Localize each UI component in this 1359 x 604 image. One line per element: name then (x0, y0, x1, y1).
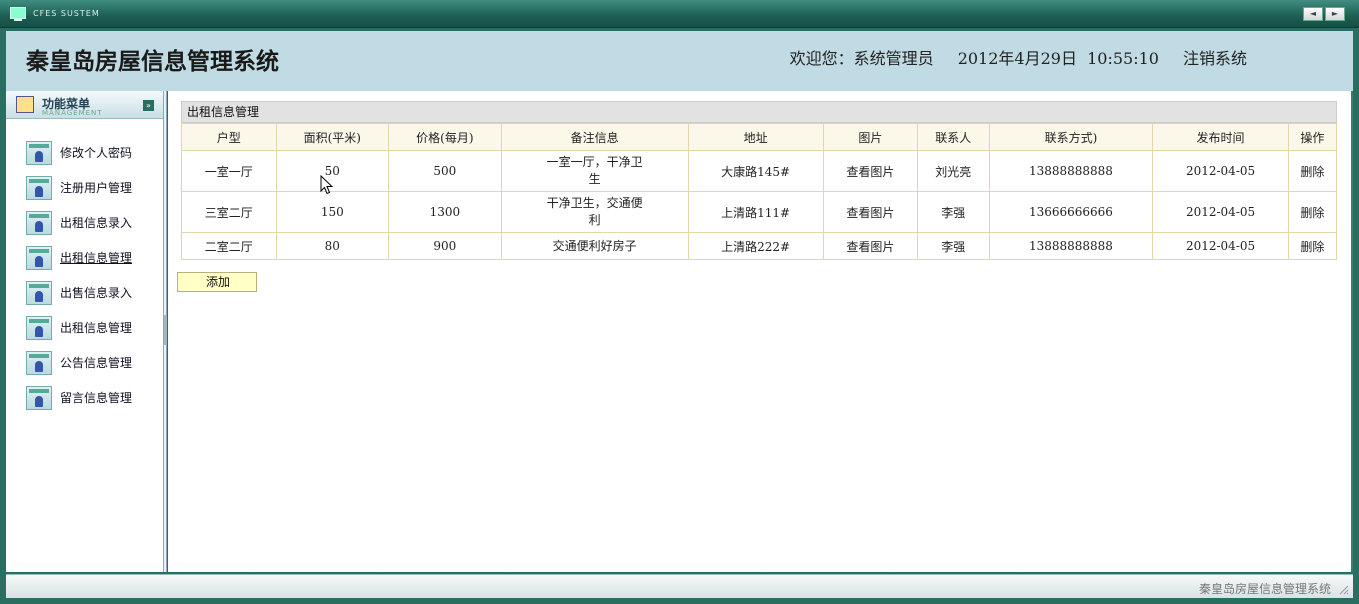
sidebar-item-announcement-management[interactable]: 公告信息管理 (6, 345, 163, 380)
column-header: 户型 (181, 123, 277, 151)
user-card-icon (26, 140, 52, 165)
nav-prev-button[interactable]: ◄ (1303, 7, 1323, 21)
sidebar-item-rental-management[interactable]: 出租信息管理 (6, 240, 163, 275)
sidebar: 功能菜单 MANAGEMENT » 修改个人密码 注册用户管理 出租信息录入 出… (6, 91, 164, 572)
nav-buttons: ◄ ► (1303, 7, 1345, 21)
header-info: 欢迎您：系统管理员 2012年4月29日 10:55:10 注销系统 (790, 45, 1247, 69)
user-card-icon (26, 175, 52, 200)
resize-grip-icon[interactable] (1337, 583, 1349, 595)
panel-title: 出租信息管理 (181, 101, 1337, 123)
sidebar-item-label: 注册用户管理 (60, 181, 133, 195)
column-header: 发布时间 (1152, 123, 1289, 151)
splitter-grip[interactable] (164, 315, 167, 345)
cell-area: 80 (275, 232, 390, 260)
view-image-link[interactable]: 查看图片 (822, 191, 919, 233)
note-text: 交通便利好房子 (552, 238, 637, 253)
monitor-icon (10, 7, 26, 21)
sidebar-subtitle: MANAGEMENT (42, 109, 103, 117)
sidebar-item-label: 出租信息录入 (60, 216, 133, 230)
app-window: CFES SUSTEM ◄ ► 秦皇岛房屋信息管理系统 欢迎您：系统管理员 20… (0, 0, 1359, 604)
title-bar: CFES SUSTEM ◄ ► (0, 0, 1359, 28)
menu-icon (16, 96, 34, 113)
view-image-link[interactable]: 查看图片 (822, 150, 919, 192)
sidebar-item-label: 留言信息管理 (60, 391, 133, 405)
user-card-icon (26, 350, 52, 375)
cell-address: 上清路222# (687, 232, 824, 260)
cell-phone: 13888888888 (988, 232, 1154, 260)
cell-date: 2012-04-05 (1152, 232, 1289, 260)
system-label: CFES SUSTEM (33, 9, 100, 18)
column-header: 联系人 (917, 123, 990, 151)
note-text: 一室一厅，干净卫生 (546, 155, 643, 186)
add-button[interactable]: 添加 (177, 272, 257, 292)
cell-layout: 二室二厅 (181, 232, 277, 260)
column-header: 操作 (1287, 123, 1338, 151)
sidebar-menu: 修改个人密码 注册用户管理 出租信息录入 出租信息管理 出售信息录入 出租信息管… (6, 135, 163, 415)
delete-link[interactable]: 删除 (1287, 191, 1338, 233)
user-card-icon (26, 245, 52, 270)
column-header: 地址 (687, 123, 824, 151)
app-title: 秦皇岛房屋信息管理系统 (26, 48, 279, 75)
column-header: 联系方式) (988, 123, 1154, 151)
note-text: 干净卫生，交通便利 (546, 196, 643, 227)
user-card-icon (26, 385, 52, 410)
cell-contact: 李强 (917, 191, 990, 233)
welcome-text: 欢迎您：系统管理员 (789, 49, 934, 68)
table-row: 三室二厅 150 1300 干净卫生，交通便利 上清路111# 查看图片 李强 … (181, 191, 1338, 233)
sidebar-header: 功能菜单 MANAGEMENT » (6, 91, 163, 119)
cell-address: 大康路145# (687, 150, 824, 192)
logout-link[interactable]: 注销系统 (1183, 45, 1247, 69)
column-header: 面积(平米) (275, 123, 390, 151)
sidebar-item-rental-management-2[interactable]: 出租信息管理 (6, 310, 163, 345)
user-card-icon (26, 315, 52, 340)
status-bar: 秦皇岛房屋信息管理系统 (6, 574, 1353, 598)
cell-price: 900 (388, 232, 502, 260)
page-header: 秦皇岛房屋信息管理系统 欢迎您：系统管理员 2012年4月29日 10:55:1… (6, 31, 1353, 91)
sidebar-splitter[interactable] (164, 91, 167, 572)
user-card-icon (26, 210, 52, 235)
sidebar-item-label: 出售信息录入 (60, 286, 133, 300)
sidebar-item-label: 出租信息管理 (60, 251, 133, 265)
nav-next-button[interactable]: ► (1325, 7, 1345, 21)
cell-layout: 一室一厅 (181, 150, 277, 192)
user-card-icon (26, 280, 52, 305)
view-image-link[interactable]: 查看图片 (822, 232, 919, 260)
sidebar-item-user-management[interactable]: 注册用户管理 (6, 170, 163, 205)
cell-price: 1300 (388, 191, 502, 233)
sidebar-item-sale-entry[interactable]: 出售信息录入 (6, 275, 163, 310)
column-header: 备注信息 (500, 123, 689, 151)
delete-link[interactable]: 删除 (1287, 150, 1338, 192)
table-header-row: 户型 面积(平米) 价格(每月) 备注信息 地址 图片 联系人 联系方式) 发布… (181, 123, 1338, 151)
cell-contact: 李强 (917, 232, 990, 260)
collapse-icon[interactable]: » (143, 100, 154, 111)
cell-note: 干净卫生，交通便利 (500, 191, 689, 233)
cell-price: 500 (388, 150, 502, 192)
sidebar-item-label: 公告信息管理 (60, 356, 133, 370)
column-header: 图片 (822, 123, 919, 151)
datetime-text: 2012年4月29日 10:55:10 (957, 49, 1159, 68)
cell-layout: 三室二厅 (181, 191, 277, 233)
sidebar-item-label: 修改个人密码 (60, 146, 133, 160)
status-text: 秦皇岛房屋信息管理系统 (1198, 582, 1331, 596)
delete-link[interactable]: 删除 (1287, 232, 1338, 260)
sidebar-item-change-password[interactable]: 修改个人密码 (6, 135, 163, 170)
rental-table: 户型 面积(平米) 价格(每月) 备注信息 地址 图片 联系人 联系方式) 发布… (181, 123, 1338, 260)
table-row: 二室二厅 80 900 交通便利好房子 上清路222# 查看图片 李强 1388… (181, 232, 1338, 260)
cell-date: 2012-04-05 (1152, 191, 1289, 233)
cell-phone: 13666666666 (988, 191, 1154, 233)
cell-note: 交通便利好房子 (500, 232, 689, 260)
cell-phone: 13888888888 (988, 150, 1154, 192)
cell-date: 2012-04-05 (1152, 150, 1289, 192)
cell-note: 一室一厅，干净卫生 (500, 150, 689, 192)
table-row: 一室一厅 50 500 一室一厅，干净卫生 大康路145# 查看图片 刘光亮 1… (181, 150, 1338, 192)
cell-contact: 刘光亮 (917, 150, 990, 192)
main-content: 出租信息管理 户型 面积(平米) 价格(每月) 备注信息 地址 图片 联系人 联… (168, 91, 1353, 572)
cell-area: 150 (275, 191, 390, 233)
sidebar-item-rental-entry[interactable]: 出租信息录入 (6, 205, 163, 240)
column-header: 价格(每月) (388, 123, 502, 151)
cell-address: 上清路111# (687, 191, 824, 233)
sidebar-item-label: 出租信息管理 (60, 321, 133, 335)
sidebar-item-message-management[interactable]: 留言信息管理 (6, 380, 163, 415)
mouse-cursor-icon (320, 175, 334, 195)
